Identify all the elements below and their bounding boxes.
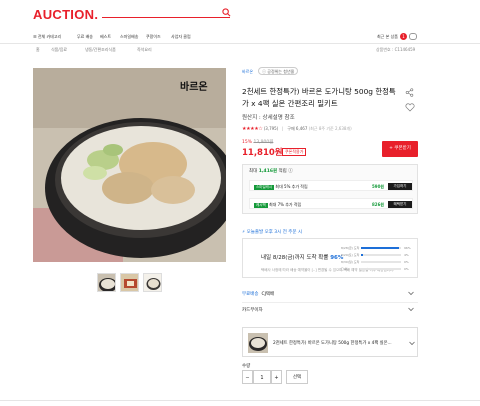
shop-tag[interactable]: ⓘ 공정위는 청년몰 <box>258 67 299 75</box>
option-key: 카드무이자 <box>242 308 263 313</box>
shipping-box: 내일 8/28(금)까지 도착 확률 96% 택배사 사정에 따라 배송 예약율… <box>242 238 418 278</box>
benefit-points: 1,416원 <box>258 169 278 174</box>
review-count[interactable]: (3,795) <box>264 126 279 131</box>
benefit-row-smilecash: 스마일캐시 최대 5% 추가 적립 590원 가입하기 <box>249 180 413 191</box>
get-coupon-button[interactable]: + 쿠폰받기 <box>382 141 418 157</box>
arrival-bar: 그 외 0% <box>341 267 409 271</box>
chevron-down-icon[interactable] <box>408 339 416 347</box>
nav-smile-delivery[interactable]: 스마일배송 <box>120 34 138 40</box>
benefit-box: 최대 1,416원 적립 ⓘ 스마일캐시 최대 5% 추가 적립 590원 가입… <box>242 164 418 214</box>
breadcrumb-instant[interactable]: 즉석요리 <box>137 47 152 53</box>
rating-row: ★★★★☆ (3,795) | 구매 6,467 (최근 8주 기준 2,638… <box>242 126 352 132</box>
arrival-text: 내일 8/28(금)까지 도착 확률 <box>261 255 329 261</box>
product-title: 2천세트 한정특가) 바르온 도가니탕 500g 한정특가 x 4팩 실온 간편… <box>242 87 396 108</box>
nav-best[interactable]: 베스트 <box>100 34 111 40</box>
search-input[interactable] <box>102 17 230 18</box>
sale-price: 11,810원 <box>242 148 283 158</box>
discount-row: 15% 13,900원 <box>242 139 273 145</box>
free-shipping-row[interactable]: 무료배송 CJ택배 <box>242 288 418 300</box>
share-icon[interactable] <box>405 88 414 97</box>
quantity-label: 수량 <box>242 364 251 369</box>
arrival-bar: 8/30(일) 도착 0% <box>341 260 409 264</box>
nav-business-club[interactable]: 사업자 클럽 <box>171 34 191 40</box>
thumbnail[interactable] <box>143 273 162 292</box>
arrival-bar: 8/28(금) 도착 96% <box>341 246 411 250</box>
search-icon[interactable] <box>222 8 231 17</box>
nav-divider <box>0 43 480 44</box>
benefit-button[interactable]: 혜택받기 <box>388 201 412 208</box>
selected-item-thumbnail <box>248 333 268 353</box>
divider <box>0 400 480 401</box>
thumbnail[interactable] <box>120 273 139 292</box>
option-key: 무료배송 <box>242 292 259 297</box>
benefit-head-prefix: 최대 <box>249 169 258 174</box>
star-rating-icon: ★★★★☆ <box>242 126 263 132</box>
nav-free-shipping[interactable]: 무료 배송 <box>77 34 93 40</box>
benefit-head: 최대 1,416원 적립 ⓘ <box>249 168 293 174</box>
shop-name[interactable]: 바르온 <box>242 69 253 75</box>
cart-count-badge[interactable]: 1 <box>400 33 407 40</box>
recent-items-link[interactable]: 최근 본 상품 <box>377 34 398 40</box>
card-installment-row[interactable]: 카드무이자 <box>242 304 418 316</box>
quantity-minus-button[interactable]: − <box>242 370 253 384</box>
thumbnail[interactable] <box>97 273 116 292</box>
shipping-head: ⚡ 오늘출발 오후 3시 전 주문 시 <box>242 230 303 235</box>
breadcrumb-food[interactable]: 식품/음료 <box>51 47 67 53</box>
quantity-select-button[interactable]: 선택 <box>286 370 308 384</box>
heart-icon[interactable] <box>405 103 415 112</box>
cashback-badge: 캐시백 <box>254 203 268 208</box>
benefit-row-label: 최대 5% 추가 적립 <box>275 184 308 189</box>
nav-all-categories[interactable]: ☰ 전체 카테고리 <box>33 34 61 40</box>
coupon-price-tag: 쿠폰적용가 <box>282 148 307 156</box>
image-brand-text: 바르온 <box>180 82 208 93</box>
purchase-sub: (최근 8주 기준 2,638개) <box>308 126 352 131</box>
quantity-plus-button[interactable]: + <box>271 370 282 384</box>
nav-coupang-eats[interactable]: 쿠팡이즈 <box>146 34 161 40</box>
origin-info: 원산지 : 상세설명 참조 <box>242 115 295 121</box>
original-price: 13,900원 <box>253 140 274 145</box>
benefit-row-label: 최대 7% 추가 적립 <box>268 202 302 207</box>
chevron-down-icon[interactable] <box>407 289 415 297</box>
divider <box>242 302 418 303</box>
benefit-row-cashback: 캐시백 최대 7% 추가 적립 826원 혜택받기 <box>249 198 413 209</box>
chevron-down-icon[interactable] <box>407 305 415 313</box>
selected-option-box[interactable]: 2천세트 한정특가) 바르온 도가니탕 500g 한정특가 x 4팩 실온... <box>242 327 418 357</box>
benefit-row-points: 590원 <box>372 184 385 189</box>
auction-logo[interactable]: AUCTION. <box>33 7 98 22</box>
product-number: 상품번호 : C1146459 <box>376 47 416 52</box>
option-value: CJ택배 <box>261 292 275 297</box>
soup-illustration <box>33 68 226 262</box>
join-button[interactable]: 가입하기 <box>388 183 412 190</box>
arrival-estimate: 내일 8/28(금)까지 도착 확률 96% <box>261 253 343 261</box>
quantity-input[interactable]: 1 <box>253 370 271 384</box>
menu-toggle[interactable] <box>409 33 417 40</box>
arrival-bar: 8/29(토) 도착 4% <box>341 253 409 257</box>
breadcrumb-frozen[interactable]: 냉동/간편조리식품 <box>85 47 116 53</box>
benefit-head-suffix[interactable]: 적립 ⓘ <box>279 169 293 174</box>
product-main-image[interactable]: 바르온 <box>33 68 226 262</box>
smilecash-badge: 스마일캐시 <box>254 185 275 190</box>
selected-item-name: 2천세트 한정특가) 바르온 도가니탕 500g 한정특가 x 4팩 실온... <box>273 341 392 346</box>
discount-rate: 15% <box>242 140 253 145</box>
purchase-count: 구매 6,467 <box>287 126 308 131</box>
breadcrumb-home[interactable]: 홈 <box>36 47 40 53</box>
benefit-row-points: 826원 <box>372 202 385 207</box>
